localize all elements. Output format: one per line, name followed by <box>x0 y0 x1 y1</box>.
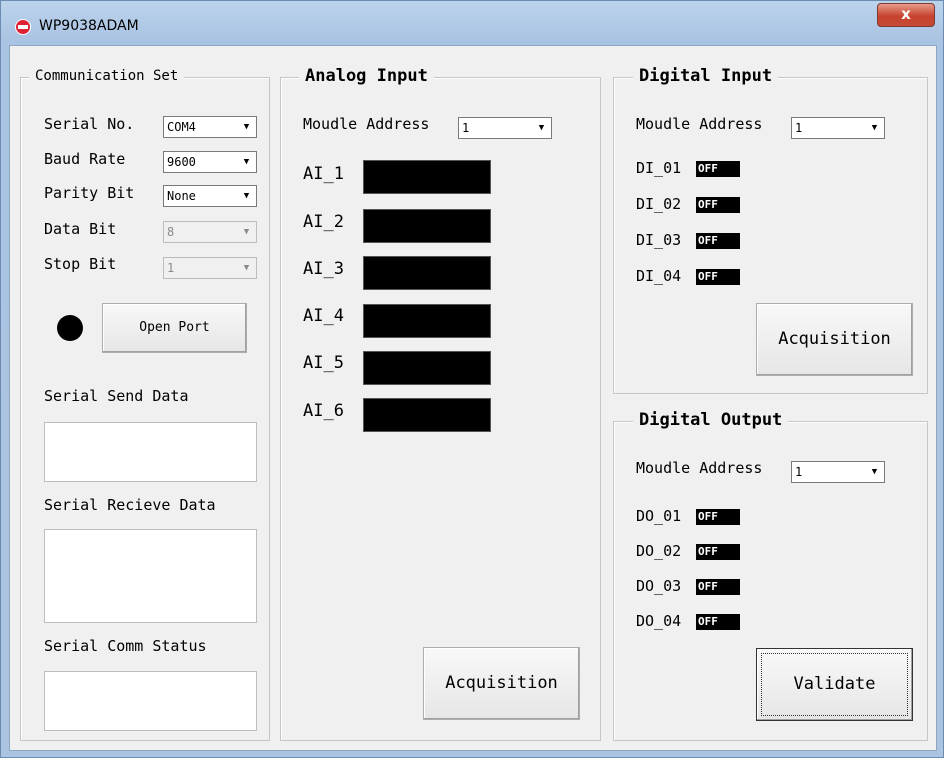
title-bar[interactable]: WP9038ADAM x <box>1 1 945 45</box>
group-title: Digital Input <box>633 66 779 86</box>
di-state: OFF <box>696 161 740 177</box>
close-button[interactable]: x <box>877 3 935 27</box>
do-state-toggle[interactable]: OFF <box>696 579 740 595</box>
stop-bit-select: 1 ▼ <box>163 257 257 279</box>
parity-bit-value: None <box>167 189 196 203</box>
di-acquisition-button[interactable]: Acquisition <box>756 303 913 376</box>
port-status-indicator <box>57 315 83 341</box>
serial-no-select[interactable]: COM4 ▼ <box>163 116 257 138</box>
ai-value-display <box>363 256 491 290</box>
baud-rate-value: 9600 <box>167 155 196 169</box>
analog-address-label: Moudle Address <box>303 115 430 133</box>
ai-value-display <box>363 398 491 432</box>
chevron-down-icon: ▼ <box>238 259 255 277</box>
do-state-toggle[interactable]: OFF <box>696 544 740 560</box>
analog-address-value: 1 <box>462 121 470 135</box>
serial-comm-status-field[interactable] <box>44 671 257 731</box>
do-label: DO_01 <box>636 507 682 525</box>
validate-button[interactable]: Validate <box>756 648 913 721</box>
do-address-value: 1 <box>795 465 803 479</box>
client-area: Communication Set Serial No. COM4 ▼ Baud… <box>9 45 937 751</box>
ai-label: AI_3 <box>303 259 344 279</box>
di-label: DI_03 <box>636 231 682 249</box>
window-title: WP9038ADAM <box>39 18 139 34</box>
digital-output-group: Digital Output Moudle Address 1 ▼ DO_01 … <box>613 410 928 741</box>
di-label: DI_04 <box>636 267 682 285</box>
di-state: OFF <box>696 233 740 249</box>
serial-no-label: Serial No. <box>44 115 135 133</box>
di-label: DI_02 <box>636 195 682 213</box>
ai-label: AI_6 <box>303 401 344 421</box>
serial-send-field[interactable] <box>44 422 257 482</box>
serial-comm-status-label: Serial Comm Status <box>44 637 207 655</box>
parity-bit-select[interactable]: None ▼ <box>163 185 257 207</box>
do-label: DO_04 <box>636 612 682 630</box>
chevron-down-icon: ▼ <box>238 223 255 241</box>
data-bit-label: Data Bit <box>44 220 117 238</box>
analog-address-select[interactable]: 1 ▼ <box>458 117 552 139</box>
do-label: DO_03 <box>636 577 682 595</box>
di-state: OFF <box>696 269 740 285</box>
do-label: DO_02 <box>636 542 682 560</box>
open-port-button[interactable]: Open Port <box>102 303 247 353</box>
ai-label: AI_4 <box>303 306 344 326</box>
ai-label: AI_1 <box>303 164 344 184</box>
chevron-down-icon[interactable]: ▼ <box>238 187 255 205</box>
do-state-toggle[interactable]: OFF <box>696 509 740 525</box>
di-address-label: Moudle Address <box>636 115 763 133</box>
di-address-select[interactable]: 1 ▼ <box>791 117 885 139</box>
digital-input-group: Digital Input Moudle Address 1 ▼ DI_01 O… <box>613 66 928 394</box>
app-window: WP9038ADAM x Communication Set Serial No… <box>0 0 944 758</box>
ai-label: AI_5 <box>303 353 344 373</box>
di-address-value: 1 <box>795 121 803 135</box>
ai-value-display <box>363 209 491 243</box>
di-label: DI_01 <box>636 159 682 177</box>
app-logo-icon <box>15 19 31 35</box>
chevron-down-icon[interactable]: ▼ <box>866 463 883 481</box>
serial-recieve-label: Serial Recieve Data <box>44 496 216 514</box>
do-address-select[interactable]: 1 ▼ <box>791 461 885 483</box>
analog-acquisition-button[interactable]: Acquisition <box>423 647 580 720</box>
ai-label: AI_2 <box>303 212 344 232</box>
ai-value-display <box>363 351 491 385</box>
chevron-down-icon[interactable]: ▼ <box>533 119 550 137</box>
baud-rate-label: Baud Rate <box>44 150 126 168</box>
do-address-label: Moudle Address <box>636 459 763 477</box>
stop-bit-label: Stop Bit <box>44 255 117 273</box>
chevron-down-icon[interactable]: ▼ <box>238 153 255 171</box>
di-state: OFF <box>696 197 740 213</box>
baud-rate-select[interactable]: 9600 ▼ <box>163 151 257 173</box>
group-title: Analog Input <box>299 66 434 86</box>
data-bit-value: 8 <box>167 225 175 239</box>
serial-recieve-field[interactable] <box>44 529 257 623</box>
do-state-toggle[interactable]: OFF <box>696 614 740 630</box>
parity-bit-label: Parity Bit <box>44 184 135 202</box>
chevron-down-icon[interactable]: ▼ <box>866 119 883 137</box>
group-title: Communication Set <box>29 68 185 84</box>
ai-value-display <box>363 160 491 194</box>
data-bit-select: 8 ▼ <box>163 221 257 243</box>
stop-bit-value: 1 <box>167 261 175 275</box>
group-title: Digital Output <box>633 410 789 430</box>
chevron-down-icon[interactable]: ▼ <box>238 118 255 136</box>
analog-input-group: Analog Input Moudle Address 1 ▼ AI_1 AI_… <box>280 66 601 741</box>
ai-value-display <box>363 304 491 338</box>
serial-no-value: COM4 <box>167 120 196 134</box>
serial-send-label: Serial Send Data <box>44 387 189 405</box>
communication-set-group: Communication Set Serial No. COM4 ▼ Baud… <box>20 68 270 741</box>
